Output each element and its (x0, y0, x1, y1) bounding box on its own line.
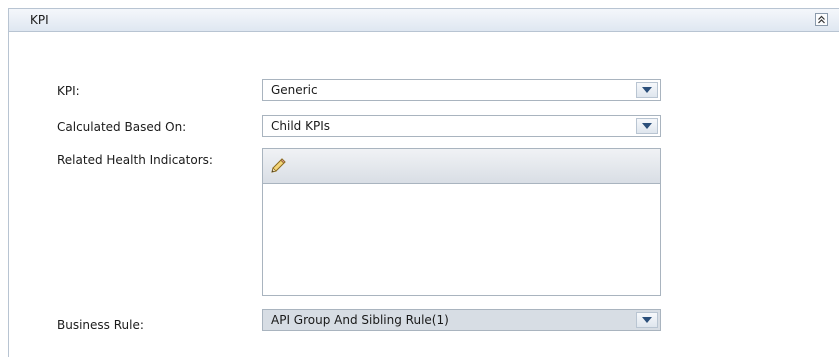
kpi-select[interactable]: Generic (262, 79, 661, 101)
indicators-toolbar (263, 149, 660, 184)
calculated-based-on-value: Child KPIs (271, 119, 330, 133)
panel-header: KPI (9, 9, 839, 32)
business-rule-value: API Group And Sibling Rule(1) (271, 313, 449, 327)
business-rule-select[interactable]: API Group And Sibling Rule(1) (262, 309, 661, 331)
calculated-based-on-select[interactable]: Child KPIs (262, 115, 661, 137)
kpi-select-value: Generic (271, 83, 318, 97)
collapse-button[interactable] (815, 13, 828, 26)
kpi-dropdown-button[interactable] (636, 82, 658, 98)
calculated-based-on-label: Calculated Based On: (57, 120, 187, 134)
double-chevron-up-icon (818, 15, 825, 24)
pencil-icon[interactable] (269, 157, 287, 175)
triangle-down-icon (642, 317, 652, 323)
panel-title: KPI (30, 13, 49, 27)
triangle-down-icon (642, 87, 652, 93)
kpi-label: KPI: (57, 84, 80, 98)
triangle-down-icon (642, 123, 652, 129)
related-health-indicators-label: Related Health Indicators: (57, 153, 213, 167)
related-health-indicators-box (262, 148, 661, 296)
business-rule-label: Business Rule: (57, 318, 144, 332)
business-rule-dropdown-button[interactable] (636, 312, 658, 328)
calculated-dropdown-button[interactable] (636, 118, 658, 134)
